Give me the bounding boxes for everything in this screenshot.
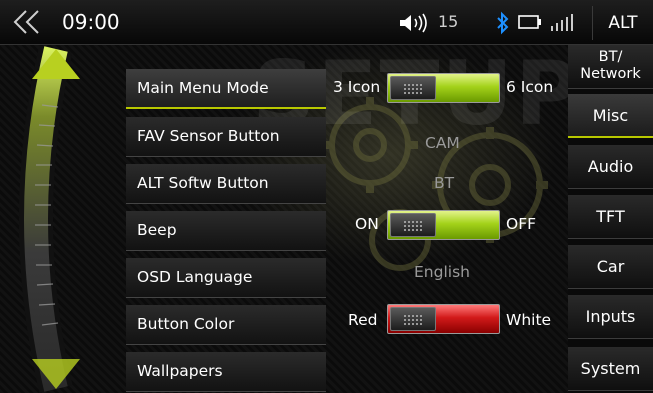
menu-item-button-color[interactable]: Button Color xyxy=(126,305,326,345)
status-bar: 09:00 15 ALT xyxy=(0,0,653,45)
menu-item-wallpapers[interactable]: Wallpapers xyxy=(126,352,326,392)
settings-panel: SETUP Main Menu Mode FAV Sensor Butto xyxy=(0,45,568,393)
menu-item-label: Main Menu Mode xyxy=(137,79,269,97)
tab-system[interactable]: System xyxy=(568,347,653,391)
tab-audio[interactable]: Audio xyxy=(568,145,653,189)
alt-softw-button-value[interactable]: BT xyxy=(434,174,454,192)
menu-item-osd-language[interactable]: OSD Language xyxy=(126,258,326,298)
beep-right-label: OFF xyxy=(506,215,537,233)
toggle-knob[interactable] xyxy=(390,307,436,331)
speaker-volume-icon xyxy=(400,13,427,33)
main-menu-mode-right-label: 6 Icon xyxy=(506,78,554,96)
tab-label: System xyxy=(580,359,641,378)
menu-item-alt-softw-button[interactable]: ALT Softw Button xyxy=(126,164,326,204)
back-double-chevron-icon[interactable] xyxy=(12,9,42,35)
beep-toggle[interactable] xyxy=(387,210,500,240)
signal-bars-icon xyxy=(551,14,573,31)
button-color-left-label: Red xyxy=(348,311,378,329)
tab-bt-network[interactable]: BT/ Network xyxy=(568,45,653,89)
tab-label: Inputs xyxy=(585,307,636,326)
scroll-arc[interactable] xyxy=(6,45,106,393)
tab-tft[interactable]: TFT xyxy=(568,195,653,239)
menu-item-label: OSD Language xyxy=(137,268,253,286)
menu-item-label: ALT Softw Button xyxy=(137,174,269,192)
tab-label: Audio xyxy=(587,157,634,176)
battery-icon xyxy=(518,15,541,29)
alt-button[interactable]: ALT xyxy=(592,6,653,40)
tab-label: BT/ Network xyxy=(580,49,641,82)
tab-inputs[interactable]: Inputs xyxy=(568,295,653,339)
button-color-toggle[interactable] xyxy=(387,304,500,334)
menu-item-fav-sensor-button[interactable]: FAV Sensor Button xyxy=(126,117,326,157)
grip-dots-icon xyxy=(403,220,423,231)
menu-item-label: Wallpapers xyxy=(137,362,223,380)
tab-car[interactable]: Car xyxy=(568,245,653,289)
tab-label: Misc xyxy=(592,106,629,125)
volume-level: 15 xyxy=(438,12,459,31)
menu-item-label: Beep xyxy=(137,221,177,239)
button-color-right-label: White xyxy=(506,311,552,329)
osd-language-value[interactable]: English xyxy=(414,263,470,281)
bluetooth-icon xyxy=(497,11,509,35)
main-menu-mode-left-label: 3 Icon xyxy=(333,78,381,96)
menu-item-label: FAV Sensor Button xyxy=(137,127,280,145)
beep-left-label: ON xyxy=(355,215,379,233)
grip-dots-icon xyxy=(403,314,423,325)
main-menu-mode-toggle[interactable] xyxy=(387,73,500,103)
tab-label: Car xyxy=(596,257,625,276)
menu-item-label: Button Color xyxy=(137,315,235,333)
tab-misc[interactable]: Misc xyxy=(568,94,653,138)
grip-dots-icon xyxy=(403,83,423,94)
toggle-knob[interactable] xyxy=(390,76,436,100)
settings-category-sidebar: BT/ Network Misc Audio TFT Car Inputs Sy… xyxy=(568,45,653,393)
menu-item-beep[interactable]: Beep xyxy=(126,211,326,251)
fav-sensor-button-value[interactable]: CAM xyxy=(425,134,460,152)
toggle-knob[interactable] xyxy=(390,213,436,237)
tab-label: TFT xyxy=(596,207,625,226)
clock-time: 09:00 xyxy=(62,10,120,34)
menu-item-main-menu-mode[interactable]: Main Menu Mode xyxy=(126,69,326,109)
